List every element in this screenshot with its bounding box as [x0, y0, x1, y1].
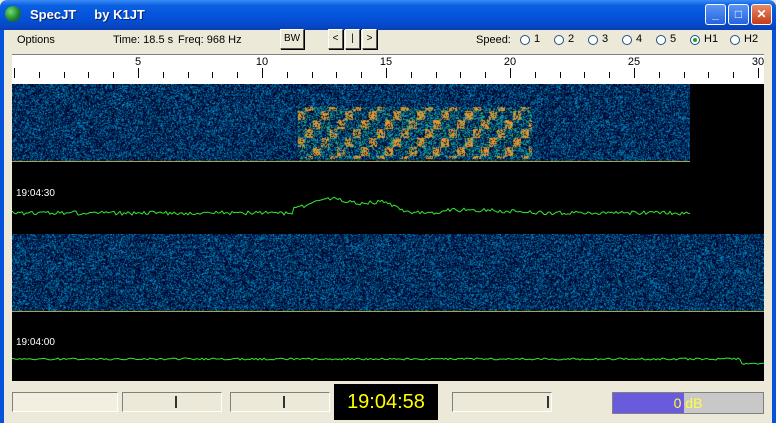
slider-2-thumb[interactable]: [283, 396, 285, 408]
waterfall-upper: [12, 84, 690, 162]
ruler-label: 10: [255, 56, 269, 68]
lower-marker-line: [12, 311, 764, 312]
slider-3-thumb[interactable]: [547, 396, 549, 408]
db-meter: 0 dB: [612, 392, 764, 414]
next-button[interactable]: >: [362, 29, 377, 49]
ruler-tick: [386, 68, 387, 78]
ruler-label: 25: [627, 56, 641, 68]
ruler-tick: [758, 68, 759, 78]
ruler-tick: [361, 72, 362, 78]
slider-3[interactable]: [452, 392, 552, 412]
status-bar: 19:04:58 0 dB: [12, 384, 764, 420]
speed-label-3: 3: [602, 33, 609, 45]
db-unit: dB: [685, 395, 703, 411]
ruler-tick: [287, 72, 288, 78]
ruler-label: 5: [134, 56, 142, 68]
ruler-tick: [88, 72, 89, 78]
db-value: 0: [673, 395, 682, 411]
speed-radio-h2[interactable]: [730, 35, 740, 45]
ruler-tick: [64, 72, 65, 78]
window-frame-left: [0, 30, 4, 423]
speed-label-5: 5: [670, 33, 677, 45]
slider-1-thumb[interactable]: [175, 396, 177, 408]
ruler-tick: [237, 72, 238, 78]
ruler-tick: [262, 68, 263, 78]
ruler-tick: [138, 68, 139, 78]
slider-2[interactable]: [230, 392, 330, 412]
ruler-tick: [584, 72, 585, 78]
speed-label-4: 4: [636, 33, 643, 45]
ruler-tick: [411, 72, 412, 78]
maximize-button[interactable]: □: [728, 4, 749, 25]
frequency-ruler: 5 10 15 20 25 30: [12, 54, 764, 84]
ruler-tick: [39, 72, 40, 78]
pause-button[interactable]: |: [345, 29, 360, 49]
options-menu[interactable]: Options: [17, 34, 55, 46]
speed-label-h2: H2: [744, 33, 759, 45]
speed-label: Speed:: [476, 34, 511, 46]
previous-button[interactable]: <: [328, 29, 343, 49]
bw-button[interactable]: BW: [280, 29, 304, 49]
ruler-tick: [460, 72, 461, 78]
ruler-tick: [510, 68, 511, 78]
speed-label-2: 2: [568, 33, 575, 45]
db-readout: 0 dB: [613, 393, 763, 413]
power-trace-lower: [12, 357, 764, 365]
close-button[interactable]: ✕: [751, 4, 772, 25]
ruler-label: 30: [751, 56, 765, 68]
ruler-label: 15: [379, 56, 393, 68]
ruler-tick: [733, 72, 734, 78]
speed-radio-3[interactable]: [588, 35, 598, 45]
ruler-tick: [212, 72, 213, 78]
window-title: SpecJT by K1JT: [30, 7, 145, 22]
ruler-tick: [535, 72, 536, 78]
ruler-tick: [113, 72, 114, 78]
speed-radio-4[interactable]: [622, 35, 632, 45]
ruler-tick: [188, 72, 189, 78]
ruler-tick: [436, 72, 437, 78]
upper-marker-line: [12, 161, 690, 162]
speed-radio-1[interactable]: [520, 35, 530, 45]
title-bar: SpecJT by K1JT _ □ ✕: [0, 0, 776, 30]
freq-readout: Freq: 968 Hz: [178, 34, 242, 46]
ruler-tick: [634, 68, 635, 78]
ruler-tick: [560, 72, 561, 78]
ruler-tick: [336, 72, 337, 78]
ruler-tick: [684, 72, 685, 78]
time-readout: Time: 18.5 s: [113, 34, 174, 46]
speed-label-h1: H1: [704, 33, 719, 45]
ruler-tick: [659, 72, 660, 78]
ruler-tick: [708, 72, 709, 78]
ruler-tick: [14, 68, 15, 78]
ruler-tick: [312, 72, 313, 78]
ruler-tick: [485, 72, 486, 78]
window-frame-right: [772, 30, 776, 423]
minimize-button[interactable]: _: [705, 4, 726, 25]
ruler-label: 20: [503, 56, 517, 68]
slider-1[interactable]: [122, 392, 222, 412]
speed-label-1: 1: [534, 33, 541, 45]
speed-radio-2[interactable]: [554, 35, 564, 45]
utc-clock: 19:04:58: [334, 384, 438, 420]
ruler-tick: [609, 72, 610, 78]
waterfall-lower: [12, 234, 764, 312]
speed-radio-5[interactable]: [656, 35, 666, 45]
waterfall-display[interactable]: 19:04:30 19:04:00: [12, 84, 764, 381]
status-panel-blank: [12, 392, 118, 412]
power-trace-upper: [12, 196, 691, 216]
speed-radio-h1[interactable]: [690, 35, 700, 45]
ruler-tick: [163, 72, 164, 78]
globe-icon: [5, 6, 21, 22]
